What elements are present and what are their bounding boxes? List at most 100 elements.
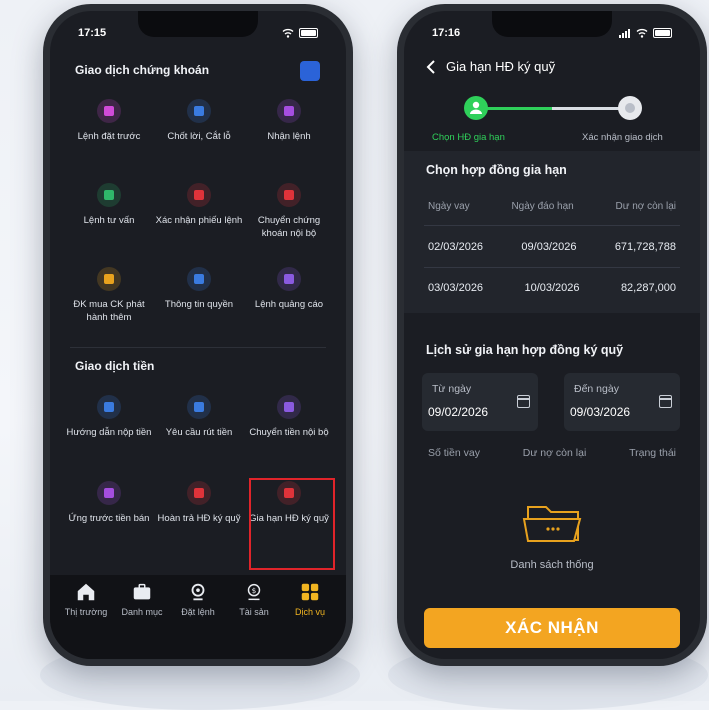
wifi-icon <box>636 28 648 38</box>
from-date-label: Từ ngày <box>432 383 472 395</box>
service-tile-label: Chuyển tiền nội bộ <box>249 427 329 438</box>
deposit-guide-icon <box>97 395 121 419</box>
tab-assets[interactable]: $ Tài sản <box>228 581 280 659</box>
service-tile[interactable]: Nhận lệnh <box>244 99 334 183</box>
header: Gia hạn HĐ ký quỹ <box>426 59 555 74</box>
tab-portfolio[interactable]: Danh mục <box>116 581 168 659</box>
from-date-field[interactable]: Từ ngày 09/02/2026 <box>422 373 538 431</box>
history-header-row: Số tiền vay Dư nợ còn lại Trạng thái <box>428 447 676 459</box>
service-tile-label: Nhận lệnh <box>267 131 311 142</box>
service-tile-label: Hướng dẫn nộp tiền <box>66 427 152 438</box>
due-date: 10/03/2026 <box>524 282 580 294</box>
outstanding-balance: 82,287,000 <box>620 282 676 294</box>
rights-info-icon <box>187 267 211 291</box>
signal-icon <box>619 28 630 38</box>
securities-grid: Lệnh đặt trước Chốt lời, Cắt lỗ Nhận lệnh L… <box>64 99 332 351</box>
status-bar: 17:15 <box>78 27 318 39</box>
asset-icon: $ <box>247 583 261 601</box>
internal-transfer-icon <box>277 395 301 419</box>
battery-icon <box>653 28 672 38</box>
contract-row[interactable]: 03/03/2026 10/03/2026 82,287,000 <box>428 282 676 294</box>
col-header: Dư nợ còn lại <box>615 201 677 212</box>
service-tile-label: Ứng trước tiền bán <box>68 513 150 524</box>
loan-date: 03/03/2026 <box>428 282 484 294</box>
col-header: Số tiền vay <box>428 447 480 459</box>
service-tile[interactable]: Chuyển chứng khoán nội bộ <box>244 183 334 267</box>
service-tile[interactable]: Chốt lời, Cắt lỗ <box>154 99 244 183</box>
left-phone: 17:15 Giao dịch chứng khoán Lệnh đặt trư… <box>43 4 353 666</box>
to-date-label: Đến ngày <box>574 383 619 395</box>
briefcase-icon <box>133 583 151 600</box>
section-title-money: Giao dịch tiền <box>75 359 155 373</box>
contract-row[interactable]: 02/03/2026 09/03/2026 671,728,788 <box>428 241 676 253</box>
empty-state-text: Danh sách thống <box>510 559 594 571</box>
withdraw-icon <box>187 395 211 419</box>
notification-badge-icon[interactable] <box>300 61 320 81</box>
tab-label: Đặt lệnh <box>181 607 215 617</box>
tab-market[interactable]: Thị trường <box>60 581 112 659</box>
service-tile-label: Chuyển chứng khoán nội bộ <box>257 215 321 239</box>
take-profit-icon <box>187 99 211 123</box>
loan-date: 02/03/2026 <box>428 241 484 253</box>
outstanding-balance: 671,728,788 <box>614 241 676 253</box>
calendar-icon[interactable] <box>517 395 530 408</box>
tab-label: Dịch vụ <box>294 607 325 617</box>
step-1-user-icon <box>464 96 488 120</box>
tab-label: Danh mục <box>121 607 163 617</box>
tab-label: Tài sản <box>239 607 269 617</box>
service-tile[interactable]: Ứng trước tiền bán <box>64 481 154 567</box>
section-title-securities: Giao dịch chứng khoán <box>75 63 210 77</box>
service-tile[interactable]: Xác nhận phiếu lệnh <box>154 183 244 267</box>
battery-icon <box>299 28 318 38</box>
service-tile-label: Chốt lời, Cắt lỗ <box>167 131 231 142</box>
highlight-box <box>249 478 335 570</box>
history-title: Lịch sử gia hạn hợp đồng ký quỹ <box>426 343 624 357</box>
service-tile[interactable]: Yêu cầu rút tiền <box>154 395 244 481</box>
advisory-order-icon <box>97 183 121 207</box>
step-1-label: Chọn HĐ gia hạn <box>432 132 505 143</box>
service-tile[interactable]: Hoàn trả HĐ ký quỹ <box>154 481 244 567</box>
service-tile-label: Lệnh đặt trước <box>77 131 141 142</box>
stepper-line-pending <box>552 107 628 110</box>
wifi-icon <box>282 28 294 38</box>
from-date-value: 09/02/2026 <box>428 405 489 419</box>
bottom-tab-bar: Thị trường Danh mục Đặt lệnh $ Tài sản D… <box>50 575 346 659</box>
service-tile[interactable]: Lệnh tư vấn <box>64 183 154 267</box>
repay-margin-icon <box>187 481 211 505</box>
to-date-value: 09/03/2026 <box>570 405 631 419</box>
contracts-title: Chọn hợp đồng gia hạn <box>426 163 567 177</box>
status-bar: 17:16 <box>432 27 672 39</box>
service-tile-label: Lệnh quảng cáo <box>254 299 324 310</box>
col-header: Ngày vay <box>428 201 470 212</box>
back-arrow-icon[interactable] <box>426 59 436 74</box>
step-2-label: Xác nhận giao dịch <box>582 132 663 143</box>
right-phone: 17:16 Gia hạn HĐ ký quỹ Chọn HĐ gia hạn … <box>397 4 707 666</box>
confirm-ticket-icon <box>187 183 211 207</box>
service-tile[interactable]: Chuyển tiền nội bộ <box>244 395 334 481</box>
status-time: 17:15 <box>78 27 107 39</box>
service-tile[interactable]: Lệnh quảng cáo <box>244 267 334 351</box>
contracts-header-row: Ngày vay Ngày đáo hạn Dư nợ còn lại <box>428 201 676 212</box>
service-tile[interactable]: Thông tin quyền <box>154 267 244 351</box>
service-tile[interactable]: Hướng dẫn nộp tiền <box>64 395 154 481</box>
advert-order-icon <box>277 267 301 291</box>
order-preset-icon <box>97 99 121 123</box>
tab-order[interactable]: Đặt lệnh <box>172 581 224 659</box>
service-tile-label: ĐK mua CK phát hành thêm <box>73 299 145 323</box>
register-buy-icon <box>97 267 121 291</box>
cart-icon <box>277 99 301 123</box>
service-tile-label: Hoàn trả HĐ ký quỹ <box>157 513 241 524</box>
to-date-field[interactable]: Đến ngày 09/03/2026 <box>564 373 680 431</box>
status-time: 17:16 <box>432 27 461 39</box>
row-divider <box>424 267 680 268</box>
col-header: Ngày đáo hạn <box>511 201 574 212</box>
tab-label: Thị trường <box>64 607 108 617</box>
service-tile[interactable]: Lệnh đặt trước <box>64 99 154 183</box>
order-icon <box>191 583 205 601</box>
calendar-icon[interactable] <box>659 395 672 408</box>
service-tile[interactable]: ĐK mua CK phát hành thêm <box>64 267 154 351</box>
confirm-button[interactable]: XÁC NHẬN <box>424 608 680 648</box>
service-tile-label: Lệnh tư vấn <box>83 215 135 226</box>
tab-services[interactable]: Dịch vụ <box>284 581 336 659</box>
service-tile-label: Yêu cầu rút tiền <box>165 427 233 438</box>
